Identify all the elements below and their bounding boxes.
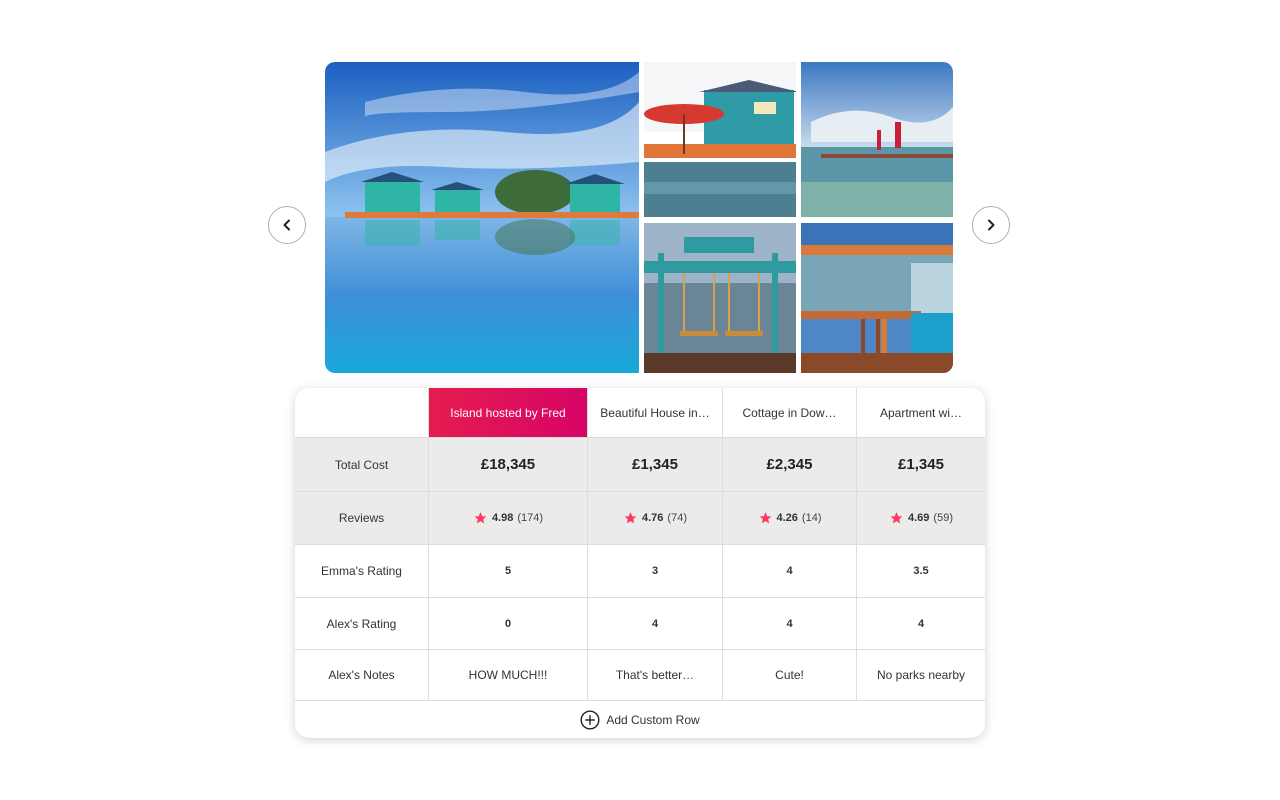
rating-value[interactable]: 4 (588, 598, 723, 649)
review-score: 4.98 (491, 512, 514, 524)
comparison-table: Island hosted by Fred Beautiful House in… (295, 388, 985, 738)
alex-rating-row: Alex's Rating 0 4 4 4 (295, 598, 985, 650)
listing-title: Beautiful House in… (600, 405, 710, 420)
row-label: Total Cost (295, 438, 429, 491)
header-row: Island hosted by Fred Beautiful House in… (295, 388, 985, 438)
review-score: 4.76 (642, 512, 664, 524)
listing-title: Cottage in Dow… (742, 405, 837, 420)
listing-title: Apartment wi… (879, 405, 963, 420)
rating-value[interactable]: 5 (429, 545, 588, 597)
review-cell: 4.26 (14) (723, 492, 857, 544)
add-custom-row-label: Add Custom Row (606, 712, 700, 727)
star-icon (624, 512, 637, 524)
total-cost-row: Total Cost £18,345 £1,345 £2,345 £1,345 (295, 438, 985, 492)
row-label: Emma's Rating (295, 545, 429, 597)
note-text[interactable]: No parks nearby (857, 650, 985, 700)
previous-photos-button[interactable] (268, 206, 306, 244)
cost-value: £2,345 (723, 438, 857, 491)
deck-house-photo[interactable] (644, 62, 796, 217)
plus-circle-icon (580, 709, 600, 730)
rating-value[interactable]: 4 (857, 598, 985, 649)
add-custom-row-button[interactable]: Add Custom Row (580, 709, 700, 730)
cost-value: £18,345 (429, 438, 588, 491)
listing-title: Island hosted by Fred (450, 405, 566, 420)
next-photos-button[interactable] (972, 206, 1010, 244)
island-overview-photo[interactable] (325, 62, 639, 373)
rating-value[interactable]: 3 (588, 545, 723, 597)
add-row-footer: Add Custom Row (295, 701, 985, 738)
review-count: (174) (517, 512, 544, 524)
row-label: Reviews (295, 492, 429, 544)
alex-notes-row: Alex's Notes HOW MUCH!!! That's better… … (295, 650, 985, 701)
column-header-listing-1[interactable]: Island hosted by Fred (429, 388, 588, 437)
column-header-listing-3[interactable]: Cottage in Dow… (723, 388, 857, 437)
review-cell: 4.98 (174) (429, 492, 588, 544)
note-text[interactable]: That's better… (588, 650, 723, 700)
review-cell: 4.69 (59) (857, 492, 985, 544)
photo-gallery (325, 62, 953, 373)
star-icon (890, 512, 903, 524)
review-score: 4.26 (776, 512, 798, 524)
rating-value[interactable]: 4 (723, 545, 857, 597)
row-label: Alex's Notes (295, 650, 429, 700)
row-label: Alex's Rating (295, 598, 429, 649)
star-icon (474, 512, 487, 524)
review-count: (74) (667, 512, 687, 524)
rating-value[interactable]: 3.5 (857, 545, 985, 597)
chevron-left-icon (283, 219, 290, 231)
column-header-listing-4[interactable]: Apartment wi… (857, 388, 985, 437)
cost-value: £1,345 (898, 456, 944, 473)
reviews-row: Reviews 4.98 (174) 4.76 (74) 4.26 (14) 4… (295, 492, 985, 545)
star-icon (759, 512, 771, 524)
cost-value: £1,345 (588, 438, 723, 491)
bar-photo[interactable] (801, 223, 953, 373)
review-count: (14) (801, 512, 822, 524)
review-count: (59) (933, 512, 953, 524)
rating-value[interactable]: 0 (429, 598, 588, 649)
note-text[interactable]: HOW MUCH!!! (429, 650, 588, 700)
add-row-container: Add Custom Row (295, 701, 985, 738)
review-cell: 4.76 (74) (588, 492, 723, 544)
review-score: 4.69 (908, 512, 930, 524)
note-text[interactable]: Cute! (723, 650, 857, 700)
swing-dock-photo[interactable] (644, 223, 796, 373)
column-header-listing-2[interactable]: Beautiful House in… (588, 388, 723, 437)
chevron-right-icon (988, 219, 995, 231)
emma-rating-row: Emma's Rating 5 3 4 3.5 (295, 545, 985, 598)
rating-value[interactable]: 4 (723, 598, 857, 649)
pier-photo[interactable] (801, 62, 953, 217)
header-corner (295, 388, 429, 437)
